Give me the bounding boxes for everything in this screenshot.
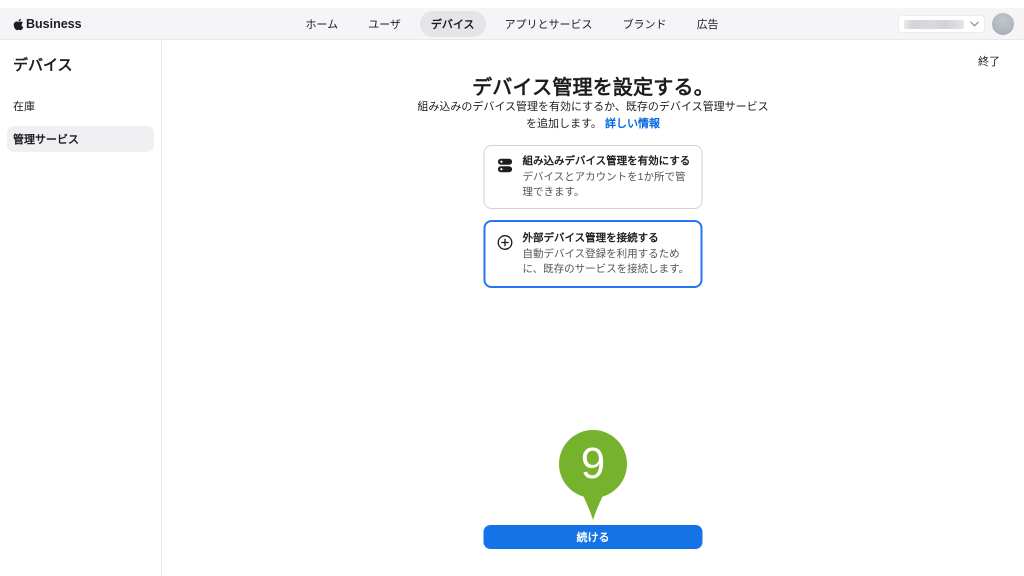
- continue-button[interactable]: 続ける: [484, 525, 703, 549]
- main-content: 終了 デバイス管理を設定する。 組み込みのデバイス管理を有効にするか、既存のデバ…: [162, 41, 1024, 576]
- device-stack-icon: [497, 157, 514, 174]
- sidebar-item-inventory[interactable]: 在庫: [7, 93, 154, 119]
- sidebar-item-management-services[interactable]: 管理サービス: [7, 126, 154, 152]
- subtitle-text: 組み込みのデバイス管理を有効にするか、既存のデバイス管理サービスを追加します。: [417, 101, 768, 130]
- nav-item-home[interactable]: ホーム: [294, 11, 349, 37]
- top-navigation-bar: Business ホーム ユーザ デバイス アプリとサービス ブランド 広告: [0, 8, 1024, 40]
- nav-item-devices[interactable]: デバイス: [420, 11, 486, 37]
- organization-dropdown[interactable]: [898, 15, 985, 33]
- header-right-controls: [898, 8, 1014, 40]
- user-avatar[interactable]: [992, 13, 1014, 35]
- mdm-option-cards: 組み込みデバイス管理を有効にする デバイスとアカウントを1か所で管理できます。 …: [484, 145, 703, 288]
- option-title: 外部デバイス管理を接続する: [523, 231, 692, 246]
- option-text: 組み込みデバイス管理を有効にする デバイスとアカウントを1か所で管理できます。: [523, 154, 692, 200]
- step-marker-badge: 9: [559, 430, 627, 520]
- page-title: デバイス管理を設定する。: [162, 71, 1024, 100]
- chevron-down-icon: [970, 21, 979, 27]
- page-subtitle: 組み込みのデバイス管理を有効にするか、既存のデバイス管理サービスを追加します。 …: [417, 99, 769, 132]
- page: Business ホーム ユーザ デバイス アプリとサービス ブランド 広告 デ…: [0, 0, 1024, 576]
- exit-button[interactable]: 終了: [978, 53, 1000, 69]
- step-number: 9: [581, 442, 605, 486]
- option-description: デバイスとアカウントを1か所で管理できます。: [523, 170, 692, 200]
- step-marker-circle: 9: [559, 430, 627, 498]
- nav-item-ads[interactable]: 広告: [686, 11, 730, 37]
- nav-item-users[interactable]: ユーザ: [357, 11, 412, 37]
- step-marker-tail: [580, 490, 606, 521]
- option-title: 組み込みデバイス管理を有効にする: [523, 154, 692, 169]
- option-card-builtin-device-management[interactable]: 組み込みデバイス管理を有効にする デバイスとアカウントを1か所で管理できます。: [484, 145, 703, 209]
- option-card-external-device-management[interactable]: 外部デバイス管理を接続する 自動デバイス登録を利用するために、既存のサービスを接…: [484, 220, 703, 288]
- option-description: 自動デバイス登録を利用するために、既存のサービスを接続します。: [523, 247, 692, 277]
- nav-item-brand[interactable]: ブランド: [612, 11, 678, 37]
- nav-item-apps-services[interactable]: アプリとサービス: [494, 11, 604, 37]
- plus-circle-icon: [497, 234, 514, 251]
- option-text: 外部デバイス管理を接続する 自動デバイス登録を利用するために、既存のサービスを接…: [523, 231, 692, 277]
- sidebar: デバイス 在庫 管理サービス: [0, 41, 162, 576]
- redacted-organization-name: [904, 20, 964, 29]
- sidebar-title: デバイス: [13, 54, 161, 75]
- learn-more-link[interactable]: 詳しい情報: [605, 118, 660, 130]
- main-nav: ホーム ユーザ デバイス アプリとサービス ブランド 広告: [0, 8, 1024, 40]
